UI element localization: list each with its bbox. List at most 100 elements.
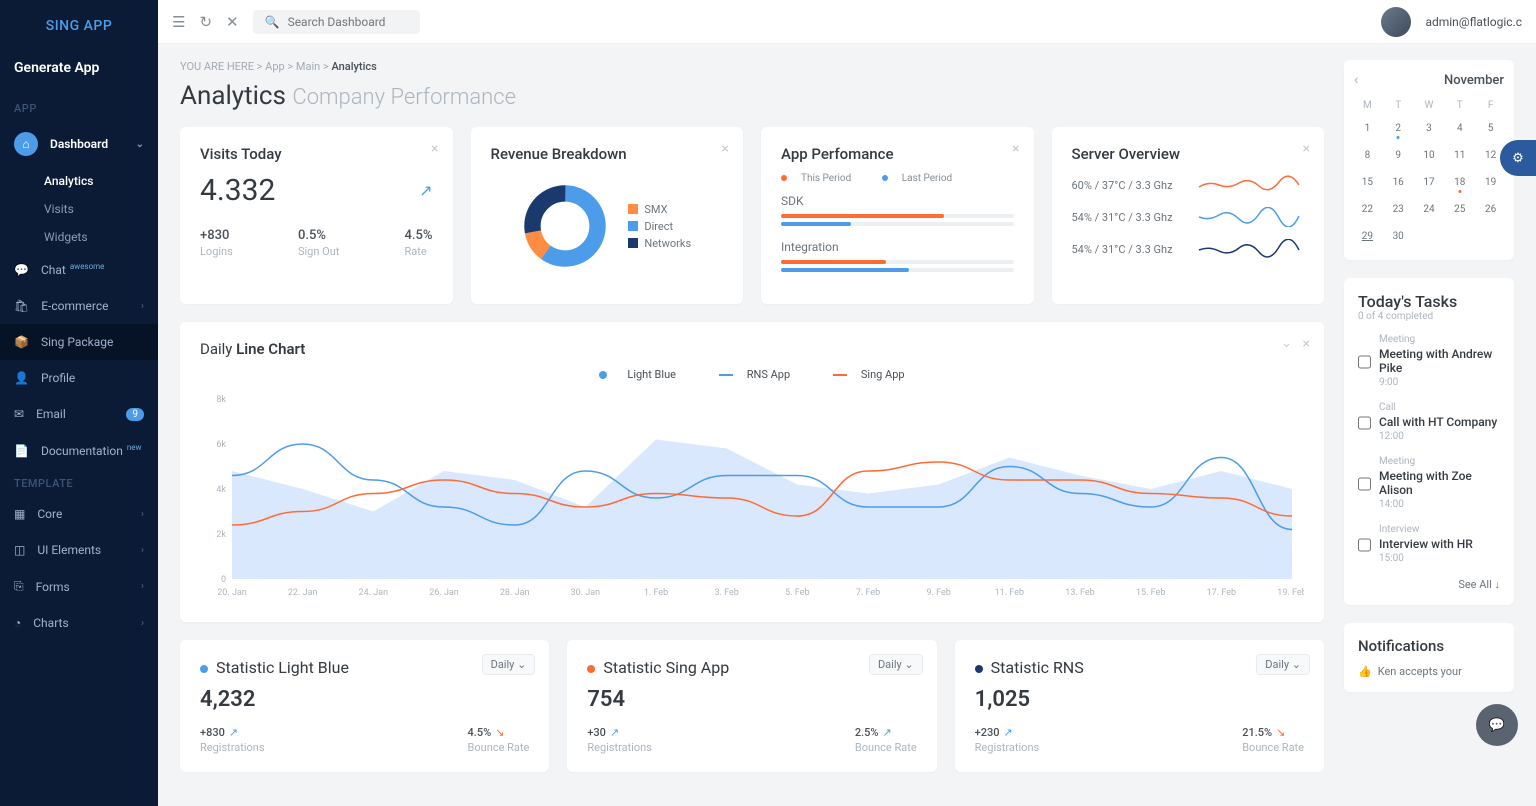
task-item: MeetingMeeting with Andrew Pike9:00: [1358, 334, 1500, 388]
daily-dropdown[interactable]: Daily ⌄: [869, 654, 923, 675]
breadcrumb-main[interactable]: Main: [296, 60, 320, 73]
calendar-day[interactable]: [1416, 225, 1443, 248]
nav-forms[interactable]: ⎘ Forms ›: [0, 568, 158, 605]
calendar-day[interactable]: 25: [1446, 198, 1473, 221]
search-box[interactable]: 🔍: [253, 10, 420, 34]
nav-label: Chat: [41, 263, 66, 277]
sdk-label: SDK: [781, 194, 1014, 208]
close-icon[interactable]: ×: [1012, 141, 1019, 157]
close-icon[interactable]: ×: [1303, 141, 1310, 157]
calendar-day[interactable]: 18: [1446, 171, 1473, 194]
calendar-day[interactable]: 26: [1477, 198, 1504, 221]
svg-text:7. Feb: 7. Feb: [856, 588, 880, 598]
calendar-day[interactable]: 10: [1416, 144, 1443, 167]
visits-stats: +830Logins 0.5%Sign Out 4.5%Rate: [200, 228, 433, 258]
daily-dropdown[interactable]: Daily ⌄: [1256, 654, 1310, 675]
calendar-day[interactable]: 19: [1477, 171, 1504, 194]
calendar-day[interactable]: [1477, 225, 1504, 248]
avatar[interactable]: [1381, 7, 1411, 37]
breadcrumb-current: Analytics: [331, 60, 376, 73]
visits-card: × Visits Today 4.332 ↗ +830Logins 0.5%Si…: [180, 127, 453, 304]
nav-charts[interactable]: ◔ Charts ›: [0, 605, 158, 641]
generate-app-link[interactable]: Generate App: [0, 52, 158, 94]
chart-legend: Light Blue RNS App Sing App: [200, 368, 1304, 381]
close-icon[interactable]: ✕: [226, 13, 239, 31]
calendar-day[interactable]: 24: [1416, 198, 1443, 221]
calendar-day[interactable]: 22: [1354, 198, 1381, 221]
calendar-day[interactable]: 16: [1385, 171, 1412, 194]
task-checkbox[interactable]: [1358, 336, 1371, 388]
calendar-day[interactable]: 30: [1385, 225, 1412, 248]
arrow-icon: ↗: [419, 181, 432, 200]
task-item: InterviewInterview with HR15:00: [1358, 524, 1500, 564]
calendar-day[interactable]: [1446, 225, 1473, 248]
calendar-day[interactable]: 5: [1477, 117, 1504, 140]
chevron-down-icon[interactable]: ⌄: [1281, 336, 1292, 351]
svg-text:28. Jan: 28. Jan: [500, 588, 530, 598]
close-icon[interactable]: ×: [722, 141, 729, 157]
card-title: App Perfomance: [781, 145, 1014, 163]
calendar-day[interactable]: 9: [1385, 144, 1412, 167]
calendar-day[interactable]: 8: [1354, 144, 1381, 167]
daily-dropdown[interactable]: Daily ⌄: [482, 654, 536, 675]
svg-text:19. Feb: 19. Feb: [1277, 588, 1304, 598]
nav-chat[interactable]: 💬 Chatawesome: [0, 251, 158, 288]
subnav-visits[interactable]: Visits: [0, 195, 158, 223]
nav-ui-elements[interactable]: ◫ UI Elements ›: [0, 532, 158, 568]
svg-text:20. Jan: 20. Jan: [217, 588, 247, 598]
nav-sing-package[interactable]: 📦 Sing Package: [0, 324, 158, 360]
app-performance-card: × App Perfomance This Period Last Period…: [761, 127, 1034, 304]
nav-label: Profile: [41, 371, 75, 385]
chat-button[interactable]: 💬: [1476, 704, 1518, 746]
see-all-link[interactable]: See All ↓: [1358, 578, 1500, 591]
notif-text: Ken accepts your: [1378, 665, 1462, 678]
subnav-analytics[interactable]: Analytics: [0, 167, 158, 195]
nav-dashboard[interactable]: ⌂ Dashboard ⌄: [0, 121, 158, 167]
nav-label: E-commerce: [41, 299, 108, 313]
nav-documentation[interactable]: 📄 Documentationnew: [0, 432, 158, 469]
svg-text:5. Feb: 5. Feb: [785, 588, 809, 598]
cal-prev[interactable]: ‹: [1354, 72, 1358, 88]
calendar-day[interactable]: 3: [1416, 117, 1443, 140]
nav-profile[interactable]: 👤 Profile: [0, 360, 158, 396]
calendar-day[interactable]: 2: [1385, 117, 1412, 140]
refresh-icon[interactable]: ↻: [199, 13, 212, 31]
calendar-day[interactable]: 1: [1354, 117, 1381, 140]
task-checkbox[interactable]: [1358, 458, 1371, 510]
chat-icon: 💬: [14, 263, 29, 277]
stat-title: Statistic Sing App: [587, 658, 916, 677]
close-icon[interactable]: ×: [431, 141, 438, 157]
svg-text:24. Jan: 24. Jan: [359, 588, 389, 598]
nav-ecommerce[interactable]: 🛍 E-commerce ›: [0, 288, 158, 324]
nav-email[interactable]: ✉ Email 9: [0, 396, 158, 432]
calendar: ‹ November MTWTF123458910111215161718192…: [1344, 60, 1514, 260]
calendar-day[interactable]: 4: [1446, 117, 1473, 140]
email-badge: 9: [126, 408, 144, 421]
section-app: APP: [0, 94, 158, 121]
app-logo[interactable]: SING APP: [0, 12, 158, 52]
thumbs-up-icon: 👍: [1358, 665, 1372, 678]
menu-icon[interactable]: ☰: [172, 13, 185, 31]
calendar-day[interactable]: 29: [1354, 225, 1381, 248]
user-email[interactable]: admin@flatlogic.c: [1425, 15, 1522, 29]
close-icon[interactable]: ×: [1303, 336, 1310, 352]
task-checkbox[interactable]: [1358, 404, 1371, 442]
search-input[interactable]: [288, 15, 408, 29]
settings-button[interactable]: ⚙: [1500, 140, 1536, 176]
nav-label: Core: [37, 507, 62, 521]
task-checkbox[interactable]: [1358, 526, 1371, 564]
revenue-card: × Revenue Breakdown SMX Direct Networks: [471, 127, 744, 304]
calendar-day[interactable]: 15: [1354, 171, 1381, 194]
breadcrumb-app[interactable]: App: [265, 60, 285, 73]
subnav-widgets[interactable]: Widgets: [0, 223, 158, 251]
nav-core[interactable]: ▦ Core ›: [0, 496, 158, 532]
calendar-day[interactable]: 17: [1416, 171, 1443, 194]
user-icon: 👤: [14, 371, 29, 385]
calendar-day[interactable]: 11: [1446, 144, 1473, 167]
chevron-right-icon: ›: [141, 301, 144, 312]
calendar-day[interactable]: 23: [1385, 198, 1412, 221]
svg-text:30. Jan: 30. Jan: [571, 588, 601, 598]
chevron-down-icon: ⌄: [136, 139, 144, 150]
svg-text:6k: 6k: [216, 440, 226, 450]
server-card: × Server Overview 60% / 37°C / 3.3 Ghz 5…: [1052, 127, 1325, 304]
